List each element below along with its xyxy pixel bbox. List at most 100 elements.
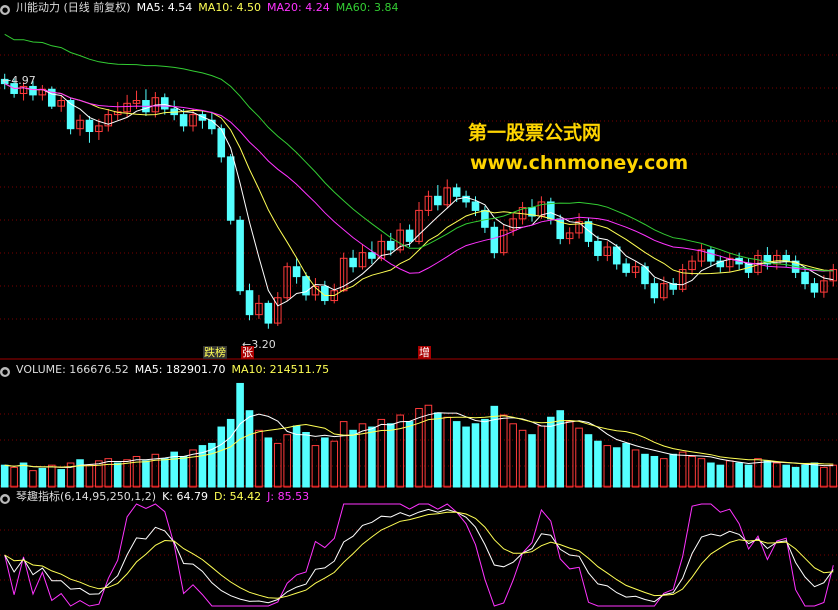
k-readout: K: 64.79	[162, 490, 208, 503]
volume-bar-down	[19, 462, 28, 488]
candle-down	[226, 156, 235, 221]
ma5-readout: MA5: 4.54	[136, 1, 193, 14]
volume-bar-up	[773, 462, 781, 488]
volume-bar-up	[189, 449, 197, 488]
candlestick-series	[0, 73, 838, 329]
candle-down	[584, 221, 593, 242]
volume-header: ● VOLUME: 166676.52 MA5: 182901.70 MA10: 21…	[0, 362, 335, 378]
candle-down	[490, 226, 499, 254]
volume-bar-up	[377, 418, 386, 488]
volume-bar-up	[443, 416, 452, 488]
volume-bar-down	[594, 440, 602, 488]
volume-bar-up	[311, 445, 320, 488]
volume-bar-down	[744, 464, 753, 488]
volume-bar-down	[481, 418, 489, 488]
volume-bar-down	[179, 455, 188, 488]
volume-bar-down	[245, 410, 254, 488]
volume-bar-down	[791, 466, 800, 488]
signal-tag-2: 张	[241, 346, 254, 359]
watermark-url: www.chnmoney.com	[470, 152, 689, 174]
candle-down	[594, 240, 602, 256]
volume-bar-down	[113, 462, 122, 488]
volume-bar-down	[226, 418, 235, 488]
volume-bar-down	[57, 469, 65, 488]
ma10-line	[4, 83, 834, 296]
volume-bar-up	[283, 434, 291, 488]
volume-bar-up	[678, 451, 687, 488]
volume-bar-down	[650, 455, 659, 488]
indicator-header: ● 琴趣指标(6,14,95,250,1,2) K: 64.79 D: 54.42 J:…	[0, 489, 315, 505]
volume-bar-down	[236, 382, 244, 488]
volume-bar-down	[801, 464, 809, 488]
candle-down	[208, 119, 216, 130]
candle-down	[650, 283, 659, 299]
volume-bar-down	[622, 442, 630, 488]
volume-bar-up	[725, 460, 734, 488]
volume-bar-up	[829, 464, 838, 488]
candle-down	[622, 263, 630, 273]
j-readout: J: 85.53	[267, 490, 310, 503]
volume-bar-down	[462, 426, 470, 488]
volume-settings-icon[interactable]: ●	[0, 367, 10, 377]
volume-bar-down	[434, 412, 442, 488]
volume-bar-down	[547, 416, 555, 488]
moving-average-lines	[4, 33, 834, 307]
candle-down	[264, 302, 273, 324]
candle-down	[160, 97, 169, 110]
volume-bar-down	[0, 464, 9, 488]
indicator-name: 琴趣指标(6,14,95,250,1,2)	[16, 490, 157, 503]
ma10-readout: MA10: 4.50	[198, 1, 262, 14]
volume-bar-down	[763, 460, 772, 488]
volume-bar-up	[85, 464, 94, 488]
volume-bar-down	[76, 459, 84, 488]
high-price-label: ←4.97	[2, 74, 36, 87]
candle-down	[236, 219, 244, 292]
volume-bar-down	[528, 434, 536, 488]
volume-bar-down	[386, 423, 395, 488]
volume-bar-down	[556, 410, 565, 488]
volume-bar-down	[217, 426, 226, 488]
candle-down	[368, 252, 376, 259]
volume-bar-up	[396, 414, 404, 488]
volume-bar-down	[584, 434, 593, 488]
volume-bar-up	[255, 429, 263, 488]
volume-bar-up	[565, 421, 574, 488]
ma20-readout: MA20: 4.24	[267, 1, 330, 14]
volume-bar-down	[321, 437, 329, 488]
settings-circle-icon[interactable]: ●	[0, 5, 10, 15]
candle-down	[782, 254, 791, 262]
volume-bar-up	[820, 466, 828, 488]
volume-readout: VOLUME: 166676.52	[16, 363, 129, 376]
low-price-value: 3.20	[251, 338, 276, 351]
volume-bar-up	[631, 449, 640, 488]
main-chart-header: ● 川能动力 (日线 前复权) MA5: 4.54 MA10: 4.50 MA20: 4…	[0, 0, 404, 16]
volume-bar-down	[669, 453, 678, 488]
candle-down	[707, 249, 715, 262]
watermark-title: 第一股票公式网	[468, 122, 602, 144]
candle-down	[179, 114, 188, 127]
volume-bar-up	[424, 404, 433, 488]
candle-down	[29, 85, 37, 96]
volume-bar-up	[104, 458, 113, 488]
candle-down	[801, 271, 809, 285]
volume-bar-down	[471, 423, 480, 488]
candle-down	[612, 246, 621, 265]
volume-bar-down	[810, 462, 819, 488]
volume-bar-down	[160, 458, 169, 488]
volume-bar-up	[499, 414, 508, 488]
volume-bars	[0, 382, 838, 488]
indicator-settings-icon[interactable]: ●	[0, 494, 10, 504]
candle-down	[85, 119, 94, 133]
volume-bar-up	[339, 421, 348, 488]
volume-bar-down	[735, 462, 743, 488]
volume-bar-down	[292, 425, 301, 488]
volume-bar-down	[349, 429, 357, 488]
candle-down	[386, 240, 395, 251]
volume-bar-up	[509, 423, 517, 488]
volume-bar-up	[575, 427, 583, 488]
volume-bar-down	[707, 462, 715, 488]
volume-bar-down	[264, 437, 273, 488]
volume-bar-up	[518, 429, 527, 488]
volume-bar-down	[716, 464, 725, 488]
signal-tag-1: 跌榜	[203, 346, 227, 359]
